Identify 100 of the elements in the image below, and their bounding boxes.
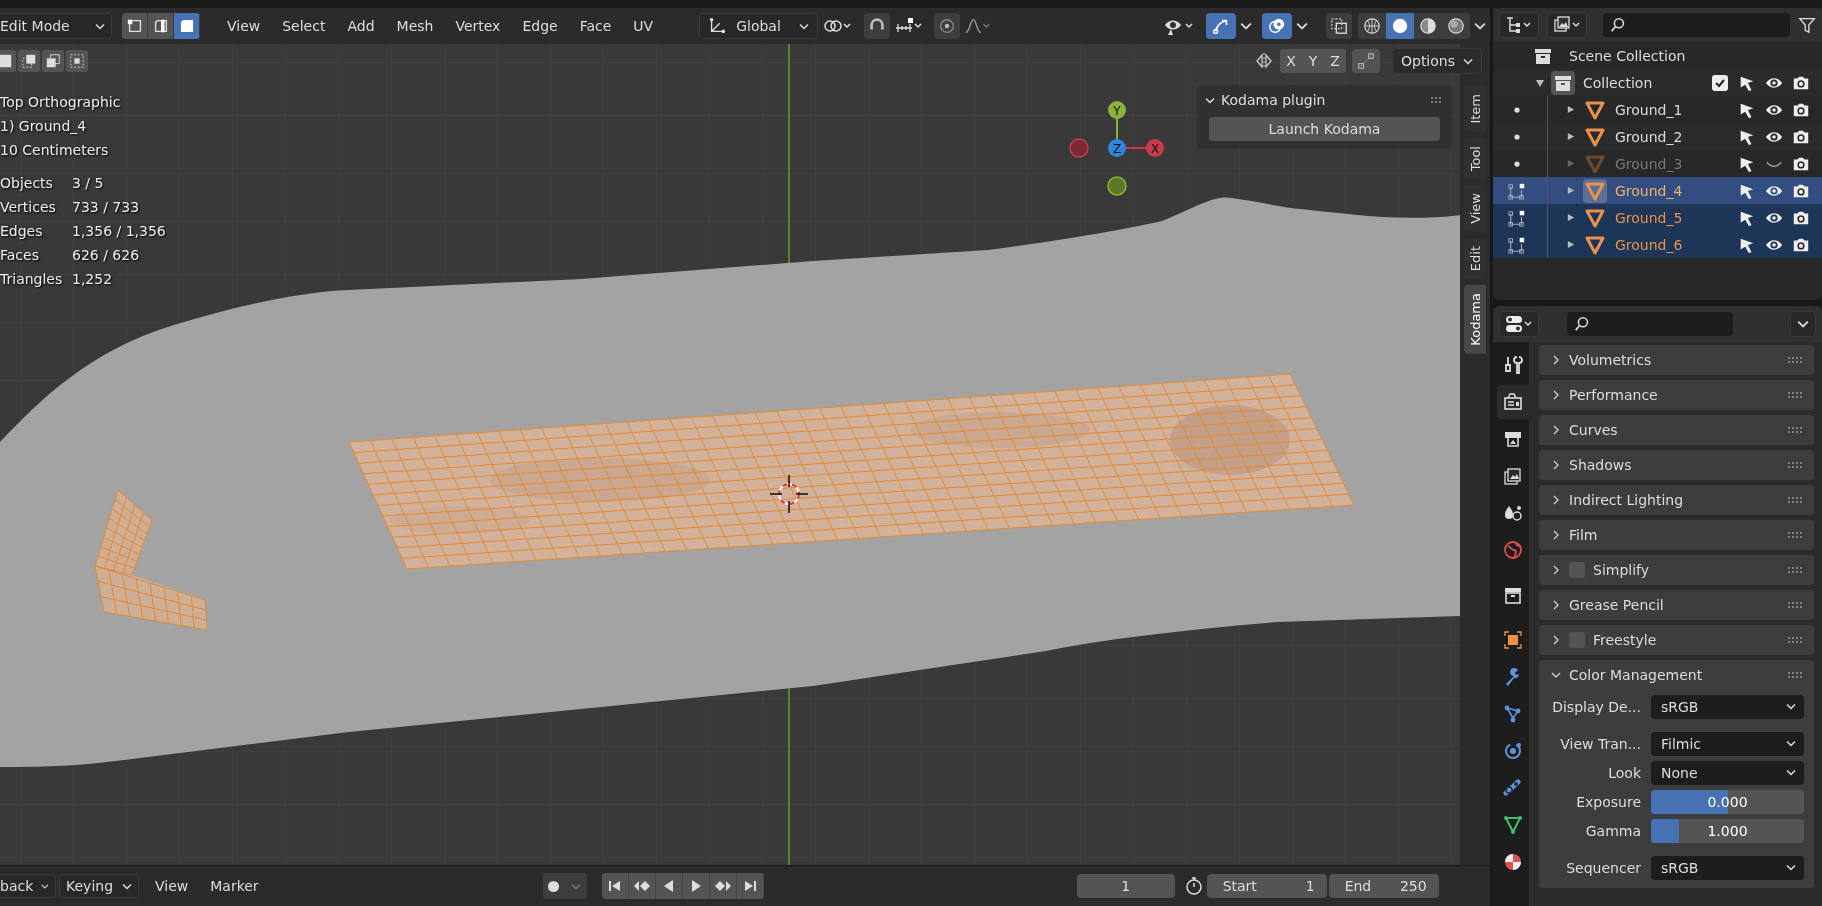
overlays-toggle[interactable] bbox=[1262, 13, 1292, 39]
dot-icon[interactable] bbox=[1514, 133, 1520, 140]
panel-title[interactable]: Color Management bbox=[1569, 667, 1780, 683]
drag-handle-icon[interactable] bbox=[1788, 357, 1804, 363]
mode-dropdown[interactable]: Edit Mode bbox=[0, 13, 112, 39]
start-frame-field[interactable]: Start 1 bbox=[1206, 874, 1327, 898]
end-frame-field[interactable]: End 250 bbox=[1328, 874, 1439, 898]
exclude-checkbox[interactable] bbox=[1712, 74, 1728, 91]
menu-item[interactable]: Vertex bbox=[444, 18, 512, 34]
outliner-row[interactable]: Ground_6 bbox=[1493, 231, 1822, 258]
solid-shading-button[interactable] bbox=[1386, 13, 1414, 39]
chevron-icon[interactable] bbox=[1551, 460, 1561, 470]
panel-title[interactable]: Film bbox=[1569, 527, 1780, 543]
edit-mode-icon[interactable] bbox=[1508, 235, 1526, 254]
filter-mode-dropdown[interactable] bbox=[1547, 12, 1587, 38]
menu-item[interactable]: Select bbox=[271, 18, 337, 34]
drag-handle-icon[interactable] bbox=[1788, 497, 1804, 503]
panel-title[interactable]: Performance bbox=[1569, 387, 1780, 403]
expand-arrow-icon[interactable] bbox=[1566, 240, 1575, 249]
chevron-icon[interactable] bbox=[1551, 530, 1561, 540]
extend-selection-button[interactable] bbox=[18, 50, 40, 72]
sidebar-tab[interactable]: Edit bbox=[1464, 237, 1486, 279]
panel-title[interactable]: Indirect Lighting bbox=[1569, 492, 1780, 508]
new-selection-button[interactable] bbox=[0, 50, 16, 72]
jump-to-start-button[interactable] bbox=[601, 873, 629, 899]
x-ray-toggle[interactable] bbox=[1326, 13, 1352, 39]
dropdown-field[interactable]: sRGB bbox=[1651, 855, 1804, 880]
tree-item-label[interactable]: Collection bbox=[1583, 74, 1653, 91]
drag-handle-icon[interactable] bbox=[1788, 637, 1804, 643]
slider-field[interactable]: 0.000 bbox=[1651, 789, 1804, 814]
gizmo-toggle[interactable] bbox=[1206, 13, 1236, 39]
menu-item[interactable]: View bbox=[216, 18, 272, 34]
outliner-row[interactable]: Ground_1 bbox=[1493, 96, 1822, 123]
expand-arrow-icon[interactable] bbox=[1535, 77, 1545, 88]
filter-icon[interactable] bbox=[1797, 15, 1816, 35]
outliner-row[interactable]: Ground_5 bbox=[1493, 204, 1822, 231]
drag-handle-icon[interactable] bbox=[1788, 672, 1804, 678]
menu-item[interactable]: View bbox=[155, 878, 189, 894]
menu-item[interactable]: Face bbox=[568, 18, 623, 34]
panel-title[interactable]: Shadows bbox=[1569, 457, 1780, 473]
sidebar-tab[interactable]: Item bbox=[1464, 86, 1486, 132]
dropdown-field[interactable]: None bbox=[1651, 760, 1804, 785]
drag-handle-icon[interactable] bbox=[1788, 532, 1804, 538]
drag-handle-icon[interactable] bbox=[1430, 97, 1444, 103]
expand-arrow-icon[interactable] bbox=[1566, 105, 1575, 114]
drag-handle-icon[interactable] bbox=[1788, 427, 1804, 433]
search-field[interactable] bbox=[1603, 13, 1790, 37]
edit-mode-icon[interactable] bbox=[1508, 208, 1526, 227]
current-frame-field[interactable]: 1 bbox=[1076, 874, 1175, 898]
navigation-gizmo[interactable]: Y Z X bbox=[1065, 96, 1169, 200]
expand-arrow-icon[interactable] bbox=[1566, 213, 1575, 222]
playback-dropdown[interactable]: back bbox=[0, 874, 56, 898]
editor-type-dropdown[interactable] bbox=[1499, 311, 1539, 337]
vertex-select-button[interactable] bbox=[122, 13, 148, 39]
menu-item[interactable]: Marker bbox=[210, 878, 259, 894]
panel-title[interactable]: Grease Pencil bbox=[1569, 597, 1780, 613]
drag-handle-icon[interactable] bbox=[1788, 392, 1804, 398]
drag-handle-icon[interactable] bbox=[1788, 567, 1804, 573]
orientation-dropdown[interactable]: Global bbox=[699, 13, 818, 39]
menu-item[interactable]: Mesh bbox=[385, 18, 445, 34]
chevron-icon[interactable] bbox=[1551, 600, 1561, 610]
chevron-icon[interactable] bbox=[1551, 390, 1561, 400]
panel-title[interactable]: Freestyle bbox=[1593, 632, 1780, 648]
render-tab[interactable] bbox=[1497, 385, 1529, 419]
sidebar-tab[interactable]: Kodama bbox=[1464, 284, 1486, 354]
options-dropdown[interactable]: Options bbox=[1391, 48, 1482, 74]
dot-icon[interactable] bbox=[1514, 106, 1520, 113]
menu-item[interactable]: Add bbox=[336, 18, 386, 34]
chevron-icon[interactable] bbox=[1551, 565, 1561, 575]
auto-merge-toggle[interactable] bbox=[1351, 49, 1380, 73]
chevron-icon[interactable] bbox=[1551, 425, 1561, 435]
chevron-icon[interactable] bbox=[1551, 635, 1561, 645]
chevron-icon[interactable] bbox=[1551, 670, 1561, 680]
sidebar-tab[interactable]: View bbox=[1464, 184, 1486, 232]
outliner-row[interactable]: Ground_4 bbox=[1493, 177, 1822, 204]
panel-title[interactable]: Curves bbox=[1569, 422, 1780, 438]
intersect-selection-button[interactable] bbox=[66, 50, 88, 72]
display-mode-dropdown[interactable] bbox=[1499, 12, 1539, 38]
panel-title[interactable]: Simplify bbox=[1593, 562, 1780, 578]
dot-icon[interactable] bbox=[1514, 160, 1520, 167]
options-dropdown[interactable] bbox=[1790, 311, 1816, 337]
panel-title[interactable]: Volumetrics bbox=[1569, 352, 1780, 368]
subtract-selection-button[interactable] bbox=[42, 50, 64, 72]
dropdown-field[interactable]: sRGB bbox=[1651, 694, 1804, 719]
collapse-icon[interactable] bbox=[1205, 96, 1215, 104]
tree-item-label[interactable]: Scene Collection bbox=[1569, 47, 1686, 64]
stopwatch-icon[interactable] bbox=[1183, 876, 1204, 896]
menu-item[interactable]: UV bbox=[622, 18, 665, 34]
face-select-button[interactable] bbox=[174, 13, 200, 39]
drag-handle-icon[interactable] bbox=[1788, 462, 1804, 468]
search-field[interactable] bbox=[1567, 312, 1733, 336]
chevron-icon[interactable] bbox=[1551, 495, 1561, 505]
edit-mode-icon[interactable] bbox=[1508, 181, 1526, 200]
snap-toggle[interactable] bbox=[863, 13, 890, 39]
slider-field[interactable]: 1.000 bbox=[1651, 818, 1804, 843]
menu-item[interactable]: Edge bbox=[511, 18, 569, 34]
launch-button[interactable]: Launch Kodama bbox=[1209, 117, 1440, 141]
chevron-icon[interactable] bbox=[1551, 355, 1561, 365]
expand-arrow-icon[interactable] bbox=[1566, 186, 1575, 195]
proportional-edit-toggle[interactable] bbox=[933, 13, 960, 39]
